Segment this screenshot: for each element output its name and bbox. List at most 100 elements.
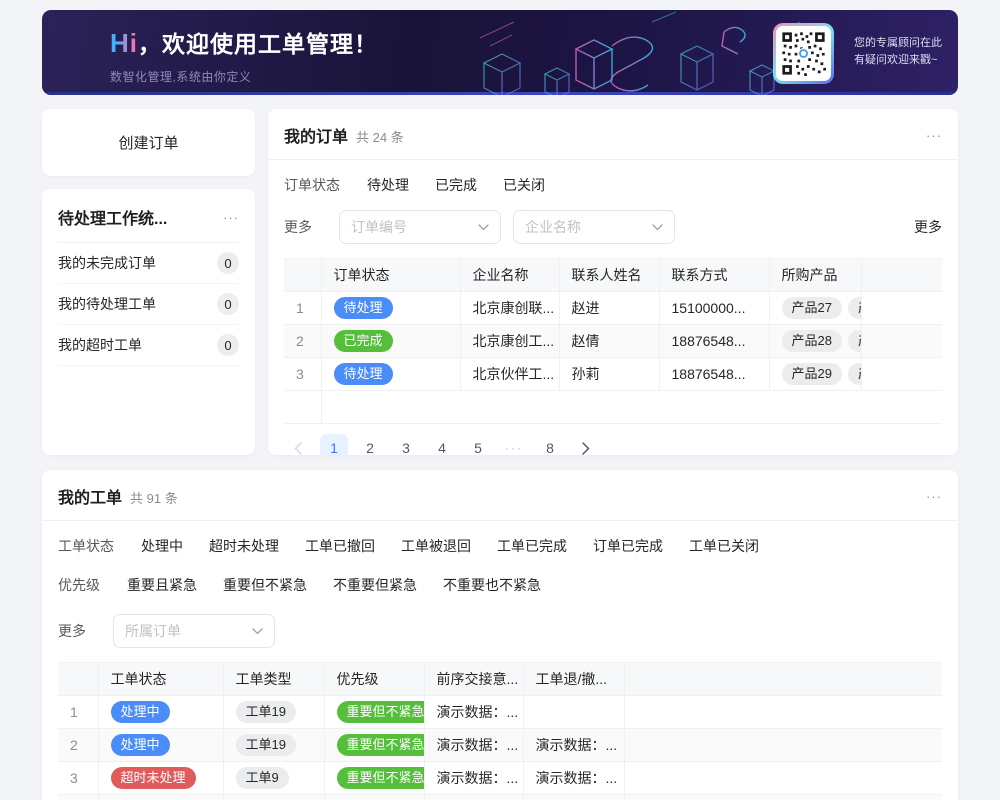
count-badge: 0 (217, 252, 239, 274)
filter-option-order-done[interactable]: 订单已完成 (593, 536, 663, 556)
count-badge: 0 (217, 293, 239, 315)
empty-cell (861, 292, 942, 325)
tickets-table-header-row: 工单状态 工单类型 优先级 前序交接意... 工单退/撤... (58, 663, 942, 696)
table-row[interactable]: 2 已完成 北京康创工... 赵倩 18876548... 产品28产 (284, 325, 942, 358)
filter-option-ticket-closed[interactable]: 工单已关闭 (689, 536, 759, 556)
priority-option-2[interactable]: 重要但不紧急 (223, 575, 307, 595)
empty-cell (624, 795, 942, 800)
select-placeholder: 所属订单 (125, 621, 181, 641)
parent-order-select[interactable]: 所属订单 (113, 614, 275, 648)
products-cell: 产品28产 (769, 325, 861, 358)
empty-cell (861, 325, 942, 358)
status-badge: 已完成 (334, 330, 393, 352)
tickets-table: 工单状态 工单类型 优先级 前序交接意... 工单退/撤... 1 处理中 工单… (58, 662, 942, 800)
column-header: 前序交接意... (424, 663, 523, 696)
page-button-8[interactable]: 8 (536, 434, 564, 455)
more-options-icon[interactable]: ··· (223, 210, 239, 225)
orders-title: 我的订单 (284, 123, 348, 147)
banner-subtitle: 数智化管理,系统由你定义 (110, 68, 378, 85)
filter-option-overtime[interactable]: 超时未处理 (209, 536, 279, 556)
filter-option-ticket-done[interactable]: 工单已完成 (497, 536, 567, 556)
page-button-1[interactable]: 1 (320, 434, 348, 455)
index-column-header (284, 259, 321, 292)
qr-caption-line1: 您的专属顾问在此 (854, 35, 942, 52)
filter-option-closed[interactable]: 已关闭 (503, 175, 545, 195)
table-row[interactable]: 3 超时未处理 工单9 重要但不紧急 演示数据：... 演示数据：... (58, 762, 942, 795)
filter-option-pending[interactable]: 待处理 (367, 175, 409, 195)
tickets-count: 共 91 条 (130, 488, 178, 507)
banner-title: Hi，欢迎使用工单管理！ (110, 25, 378, 59)
filter-option-processing[interactable]: 处理中 (141, 536, 183, 556)
contact-cell: 孙莉 (559, 358, 659, 391)
ticket-type-tag: 工单19 (236, 701, 296, 723)
table-row[interactable]: 4 工单已撤回 工单16 重要但不紧急 演示数据：... 演示数据：... (58, 795, 942, 800)
pagination: 1 2 3 4 5 ··· 8 (284, 434, 942, 455)
count-badge: 0 (217, 334, 239, 356)
column-header: 订单状态 (321, 259, 460, 292)
status-badge: 处理中 (111, 701, 170, 723)
row-index: 3 (58, 762, 98, 795)
page-button-4[interactable]: 4 (428, 434, 456, 455)
company-cell: 北京伙伴工... (460, 358, 559, 391)
priority-option-1[interactable]: 重要且紧急 (127, 575, 197, 595)
row-index: 4 (58, 795, 98, 800)
filter-option-withdrawn[interactable]: 工单已撤回 (305, 536, 375, 556)
more-options-icon[interactable]: ··· (926, 489, 942, 504)
ticket-status-filter-label: 工单状态 (58, 536, 114, 556)
stat-row-pending-tickets[interactable]: 我的待处理工单 0 (58, 284, 239, 325)
next-page-icon[interactable] (572, 434, 600, 455)
column-header: 联系方式 (659, 259, 769, 292)
product-tag: 产 (848, 297, 861, 319)
table-row[interactable]: 3 待处理 北京伙伴工... 孙莉 18876548... 产品29产 (284, 358, 942, 391)
empty-cell (624, 729, 942, 762)
priority-option-3[interactable]: 不重要但紧急 (333, 575, 417, 595)
note-cell: 演示数据：... (424, 729, 523, 762)
filter-option-returned[interactable]: 工单被退回 (401, 536, 471, 556)
priority-option-4[interactable]: 不重要也不紧急 (443, 575, 541, 595)
status-badge: 超时未处理 (111, 767, 196, 789)
table-row[interactable]: 1 待处理 北京康创联... 赵进 15100000... 产品27产 (284, 292, 942, 325)
product-tag: 产品27 (782, 297, 842, 319)
empty-cell (861, 358, 942, 391)
empty-cell (624, 696, 942, 729)
page-button-5[interactable]: 5 (464, 434, 492, 455)
page-button-3[interactable]: 3 (392, 434, 420, 455)
stat-row-overtime-tickets[interactable]: 我的超时工单 0 (58, 325, 239, 366)
more-options-icon[interactable]: ··· (926, 128, 942, 143)
products-cell: 产品29产 (769, 358, 861, 391)
my-tickets-card: 我的工单 共 91 条 ··· 工单状态 处理中 超时未处理 工单已撤回 工单被… (42, 470, 958, 800)
qr-code-icon (781, 31, 826, 76)
order-number-select[interactable]: 订单编号 (339, 210, 501, 244)
products-cell: 产品27 产 (769, 292, 861, 325)
table-row[interactable]: 1 处理中 工单19 重要但不紧急 演示数据：... (58, 696, 942, 729)
note-cell: 演示数据：... (424, 696, 523, 729)
create-order-button[interactable]: 创建订单 (42, 109, 255, 176)
filter-option-completed[interactable]: 已完成 (435, 175, 477, 195)
more-filters-label: 更多 (58, 621, 86, 641)
column-header: 企业名称 (460, 259, 559, 292)
column-header: 工单退/撤... (523, 663, 624, 696)
note-cell: 演示数据：... (523, 762, 624, 795)
row-index: 2 (284, 325, 321, 358)
product-tag: 产 (848, 330, 861, 352)
more-link[interactable]: 更多 (914, 217, 942, 237)
page-ellipsis-icon[interactable]: ··· (500, 434, 528, 455)
column-header: 联系人姓名 (559, 259, 659, 292)
stat-row-unfinished-orders[interactable]: 我的未完成订单 0 (58, 243, 239, 284)
orders-count: 共 24 条 (356, 127, 404, 146)
empty-column-header (624, 663, 942, 696)
page-button-2[interactable]: 2 (356, 434, 384, 455)
banner-hi-text: Hi (110, 28, 138, 58)
pending-work-stats-card: 待处理工作统... ··· 我的未完成订单 0 我的待处理工单 0 我的超时工单… (42, 189, 255, 455)
row-index: 3 (284, 358, 321, 391)
phone-cell: 18876548... (659, 358, 769, 391)
priority-badge: 重要但不紧急 (337, 734, 425, 756)
chevron-down-icon (652, 224, 663, 231)
stat-label: 我的待处理工单 (58, 294, 156, 314)
row-index: 2 (58, 729, 98, 762)
my-orders-card: 我的订单 共 24 条 ··· 订单状态 待处理 已完成 已关闭 更多 订单编号… (268, 109, 958, 455)
prev-page-icon[interactable] (284, 434, 312, 455)
table-row[interactable]: 2 处理中 工单19 重要但不紧急 演示数据：... 演示数据：... (58, 729, 942, 762)
company-name-select[interactable]: 企业名称 (513, 210, 675, 244)
order-status-filter-label: 订单状态 (284, 175, 340, 195)
